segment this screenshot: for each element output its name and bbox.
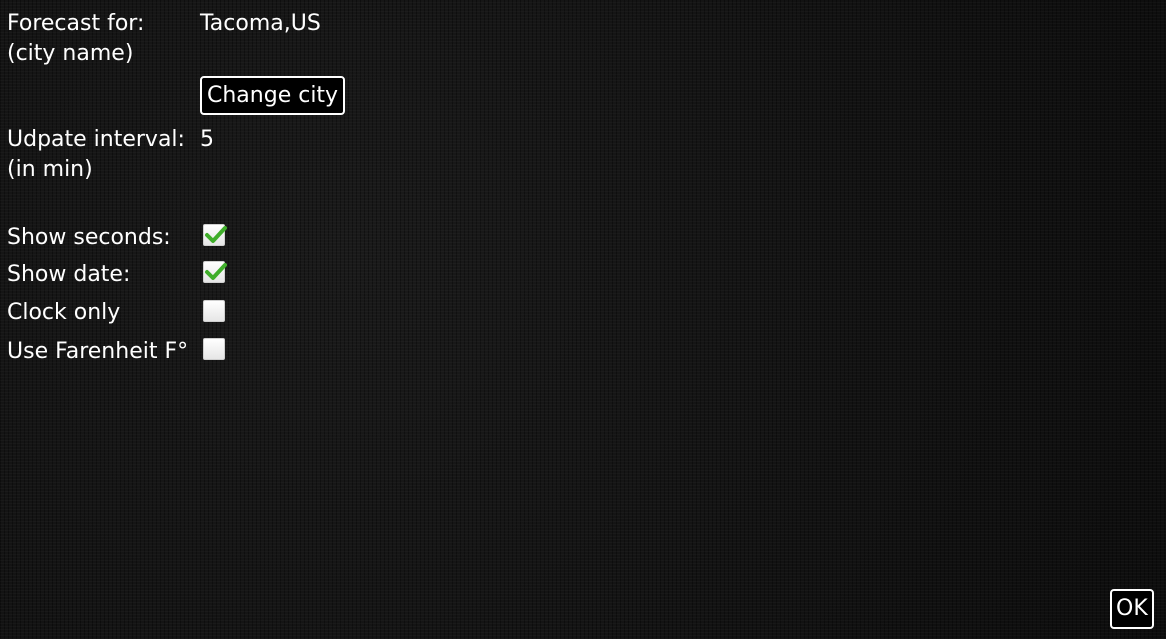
option-label-show-date: Show date: [7, 262, 131, 287]
option-label-clock-only: Clock only [7, 300, 121, 325]
change-city-button[interactable]: Change city [200, 76, 346, 115]
forecast-label-line1: Forecast for: [7, 11, 145, 36]
ok-button[interactable]: OK [1110, 589, 1154, 629]
option-label-show-seconds: Show seconds: [7, 225, 171, 250]
update-interval-label-line2: (in min) [7, 157, 93, 182]
use-farenheit-checkbox[interactable] [203, 338, 225, 360]
city-value: Tacoma,US [200, 11, 321, 36]
checkmark-icon [205, 263, 227, 280]
forecast-label: Forecast for: (city name) [7, 9, 144, 69]
update-interval-label: Udpate interval: (in min) [7, 125, 185, 185]
show-date-checkbox[interactable] [203, 261, 227, 283]
forecast-label-line2: (city name) [7, 41, 134, 66]
checkmark-icon [205, 226, 227, 243]
update-interval-label-line1: Udpate interval: [7, 127, 185, 152]
show-seconds-checkbox[interactable] [203, 224, 227, 246]
update-interval-value: 5 [200, 127, 214, 152]
clock-only-checkbox[interactable] [203, 300, 225, 322]
option-label-use-farenheit: Use Farenheit F° [7, 339, 189, 364]
